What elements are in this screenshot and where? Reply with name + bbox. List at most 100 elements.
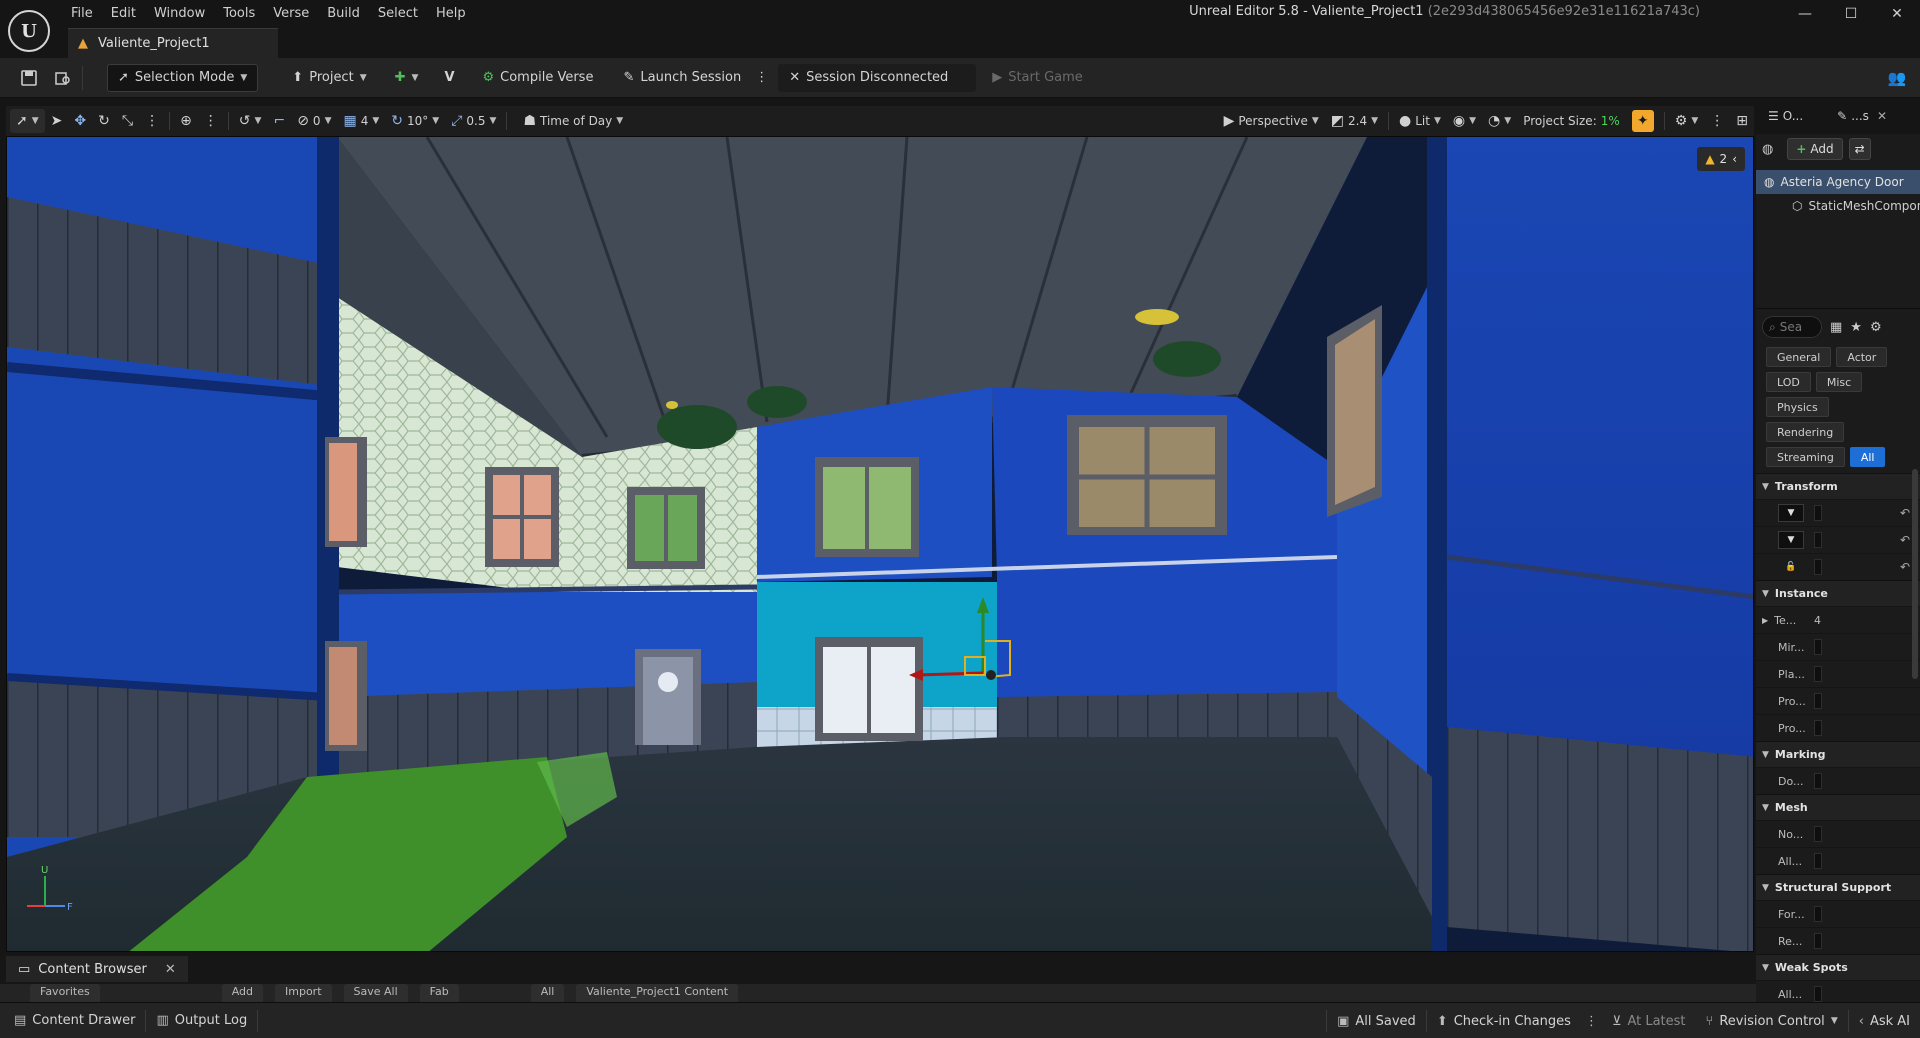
reset-icon[interactable]: ↶ <box>1900 533 1910 547</box>
prop-instance-3[interactable]: Pro... <box>1756 687 1920 714</box>
filter-all[interactable]: All <box>1849 447 1886 467</box>
blueprint-button[interactable]: ⇄ <box>1848 138 1871 160</box>
category-marking[interactable]: ▼ Marking <box>1756 741 1920 767</box>
reset-icon[interactable]: ↶ <box>1900 506 1910 520</box>
warnings-badge[interactable]: ▲ 2 ‹ <box>1697 147 1745 171</box>
cb-save-all-button[interactable]: Save All <box>343 984 408 1002</box>
table-view-icon[interactable]: ▦ <box>1830 320 1842 335</box>
reset-icon[interactable]: ↶ <box>1900 560 1910 574</box>
prop-mesh-1[interactable]: All... <box>1756 847 1920 874</box>
menu-build[interactable]: Build <box>318 4 369 26</box>
angle-snap-dropdown[interactable]: ↻ 10° ▼ <box>385 109 445 133</box>
prop-instance-2[interactable]: Pla... <box>1756 660 1920 687</box>
close-icon[interactable]: ✕ <box>165 962 176 977</box>
favorites-header[interactable]: Favorites <box>30 984 100 1002</box>
prop-instance-0[interactable]: ▶ Te... 4 <box>1756 606 1920 633</box>
transform-options[interactable]: ⋮ <box>198 109 224 133</box>
gear-icon[interactable]: ⚙ <box>1870 320 1882 335</box>
add-content-dropdown[interactable]: ✚ ▼ <box>385 64 429 92</box>
launch-session-button[interactable]: ✎ Launch Session <box>613 64 751 92</box>
viewport-more[interactable]: ⋮ <box>1704 109 1730 133</box>
category-mesh[interactable]: ▼ Mesh <box>1756 794 1920 820</box>
maximize-button[interactable]: ☐ <box>1828 0 1874 28</box>
translate-tool[interactable]: ✥ <box>68 109 92 133</box>
content-drawer-button[interactable]: ▤ Content Drawer <box>4 1007 145 1035</box>
menu-verse[interactable]: Verse <box>264 4 318 26</box>
all-saved-indicator[interactable]: ▣ All Saved <box>1327 1007 1426 1035</box>
verse-button[interactable]: V <box>434 64 464 92</box>
close-icon[interactable]: ✕ <box>1877 109 1887 123</box>
perspective-dropdown[interactable]: ▶ Perspective ▼ <box>1218 109 1325 133</box>
rotation-snap-dropdown[interactable]: ⊘ 0 ▼ <box>291 109 337 133</box>
cb-fab-button[interactable]: Fab <box>419 984 459 1002</box>
filter-lod[interactable]: LOD <box>1766 372 1811 392</box>
performance-dropdown[interactable]: ◔ ▼ <box>1482 109 1517 133</box>
menu-select[interactable]: Select <box>369 4 427 26</box>
rotation-dropdown[interactable]: ▼ <box>1778 531 1804 549</box>
add-component-button[interactable]: + Add <box>1787 138 1843 160</box>
category-structural-support[interactable]: ▼ Structural Support <box>1756 874 1920 900</box>
category-transform[interactable]: ▼ Transform <box>1756 473 1920 499</box>
menu-window[interactable]: Window <box>145 4 214 26</box>
menu-tools[interactable]: Tools <box>214 4 264 26</box>
lit-mode-dropdown[interactable]: ● Lit ▼ <box>1393 109 1447 133</box>
surface-snapping[interactable]: ↺ ▼ <box>233 109 268 133</box>
prop-marking-0[interactable]: Do... <box>1756 767 1920 794</box>
tab-outliner[interactable]: ☰ O... <box>1762 105 1809 127</box>
output-log-button[interactable]: ▥ Output Log <box>146 1007 257 1035</box>
tab-content-browser[interactable]: ▭ Content Browser ✕ <box>6 956 188 982</box>
filter-misc[interactable]: Misc <box>1815 372 1863 392</box>
outliner-row-component[interactable]: ⬡ StaticMeshComponent <box>1756 194 1920 218</box>
location-dropdown[interactable]: ▼ <box>1778 504 1804 522</box>
browse-icon[interactable] <box>50 65 76 91</box>
coordinate-system[interactable]: ⊕ <box>174 109 198 133</box>
lock-icon[interactable]: 🔓 <box>1778 558 1804 576</box>
prop-instance-1[interactable]: Mir... <box>1756 633 1920 660</box>
selection-mode-dropdown[interactable]: ➚ Selection Mode ▼ <box>107 63 259 92</box>
unreal-logo[interactable]: U <box>8 10 50 52</box>
close-button[interactable]: ✕ <box>1874 0 1920 28</box>
check-in-changes-button[interactable]: ⬆ Check-in Changes <box>1427 1007 1581 1035</box>
prop-instance-4[interactable]: Pro... <box>1756 714 1920 741</box>
viewport-settings-dropdown[interactable]: ⚙ ▼ <box>1669 109 1704 133</box>
prop-structural-0[interactable]: For... <box>1756 900 1920 927</box>
menu-help[interactable]: Help <box>427 4 475 26</box>
revision-control-dropdown[interactable]: ⑂ Revision Control ▼ <box>1696 1007 1848 1035</box>
cb-add-button[interactable]: Add <box>221 984 263 1002</box>
more-options-button[interactable]: ⋮ <box>751 64 772 92</box>
cb-path-all[interactable]: All <box>530 984 565 1002</box>
filter-physics[interactable]: Physics <box>1766 397 1829 417</box>
camera-speed-dropdown[interactable]: ◩ 2.4 ▼ <box>1325 109 1384 133</box>
time-of-day-dropdown[interactable]: ☗ Time of Day ▼ <box>517 109 629 133</box>
cb-import-button[interactable]: Import <box>275 984 332 1002</box>
filter-rendering[interactable]: Rendering <box>1766 422 1845 442</box>
category-weak-spots[interactable]: ▼ Weak Spots <box>1756 954 1920 980</box>
vertex-snap[interactable]: ⌐ <box>267 109 291 133</box>
status-more-button[interactable]: ⋮ <box>1581 1007 1602 1035</box>
collaborators-icon[interactable]: 👥 <box>1884 65 1910 91</box>
rotate-tool[interactable]: ↻ <box>92 109 116 133</box>
details-scrollbar[interactable] <box>1912 469 1918 679</box>
minimize-button[interactable]: — <box>1782 0 1828 28</box>
tab-second-panel[interactable]: ✎ ...s ✕ <box>1831 105 1893 127</box>
layout-button[interactable]: ⊞ <box>1730 109 1754 133</box>
scale-tool[interactable]: ⤡ <box>116 109 139 133</box>
star-icon[interactable]: ★ <box>1850 320 1862 335</box>
details-search-input[interactable]: ⌕ Sea <box>1762 316 1822 338</box>
scale-snap-dropdown[interactable]: ⤢ 0.5 ▼ <box>445 109 502 133</box>
menu-file[interactable]: File <box>62 4 102 26</box>
save-icon[interactable] <box>16 65 42 91</box>
menu-edit[interactable]: Edit <box>102 4 145 26</box>
level-viewport[interactable]: ▲ 2 ‹ U F <box>6 136 1754 952</box>
compile-verse-button[interactable]: ⚙ Compile Verse <box>473 64 604 92</box>
filter-streaming[interactable]: Streaming <box>1766 447 1845 467</box>
filter-actor[interactable]: Actor <box>1836 347 1888 367</box>
outliner-row-actor[interactable]: ◍ Asteria Agency Door <box>1756 170 1920 194</box>
prop-mesh-0[interactable]: No... <box>1756 820 1920 847</box>
grid-snap-dropdown[interactable]: ▦ 4 ▼ <box>337 109 385 133</box>
start-game-button[interactable]: ▶ Start Game <box>982 64 1093 92</box>
show-flags-dropdown[interactable]: ◉ ▼ <box>1447 109 1482 133</box>
prop-structural-1[interactable]: Re... <box>1756 927 1920 954</box>
tool-options[interactable]: ⋮ <box>139 109 165 133</box>
session-status[interactable]: ✕ Session Disconnected <box>778 63 977 92</box>
